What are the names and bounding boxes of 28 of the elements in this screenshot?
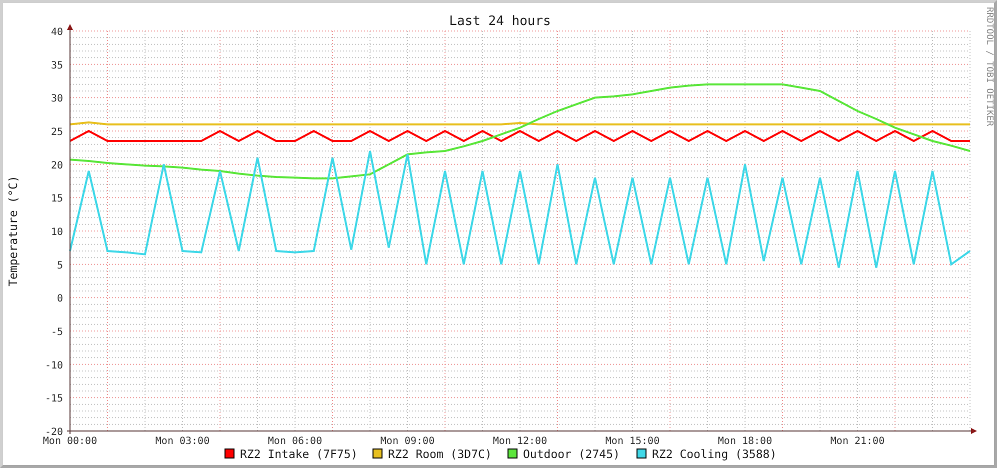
y-tick-label: 30 xyxy=(50,94,63,105)
x-tick-label: Mon 06:00 xyxy=(268,436,322,447)
y-tick-label: -20 xyxy=(44,427,63,438)
legend-label: RZ2 Room (3D7C) xyxy=(388,447,492,461)
y-axis-label: Temperature (°C) xyxy=(6,176,20,286)
x-tick-label: Mon 12:00 xyxy=(492,436,548,447)
y-tick-label: -10 xyxy=(44,360,63,372)
y-tick-label: 10 xyxy=(50,227,63,238)
legend-label: RZ2 Intake (7F75) xyxy=(240,447,358,461)
y-tick-label: 15 xyxy=(50,194,63,205)
y-tick-label: 35 xyxy=(50,60,63,72)
y-tick-label: 25 xyxy=(50,127,63,138)
y-tick-label: -5 xyxy=(50,327,63,338)
y-tick-label: 40 xyxy=(50,27,63,38)
y-tick-label: -15 xyxy=(44,394,63,405)
x-tick-label: Mon 21:00 xyxy=(830,436,885,447)
chart-title: Last 24 hours xyxy=(449,14,551,29)
y-tick-label: 20 xyxy=(50,160,63,172)
x-tick-label: Mon 15:00 xyxy=(605,436,660,447)
legend-label: RZ2 Cooling (3588) xyxy=(652,447,777,461)
x-tick-label: Mon 18:00 xyxy=(718,436,772,447)
side-text: RRDTOOL / TOBI OETIKER xyxy=(984,7,994,126)
x-tick-label: Mon 09:00 xyxy=(380,436,435,447)
x-tick-label: Mon 03:00 xyxy=(155,436,210,447)
x-tick-label: Mon 00:00 xyxy=(42,436,98,447)
legend-label: Outdoor (2745) xyxy=(523,447,620,461)
y-tick-label: 0 xyxy=(56,294,63,305)
y-tick-label: 5 xyxy=(56,260,63,272)
